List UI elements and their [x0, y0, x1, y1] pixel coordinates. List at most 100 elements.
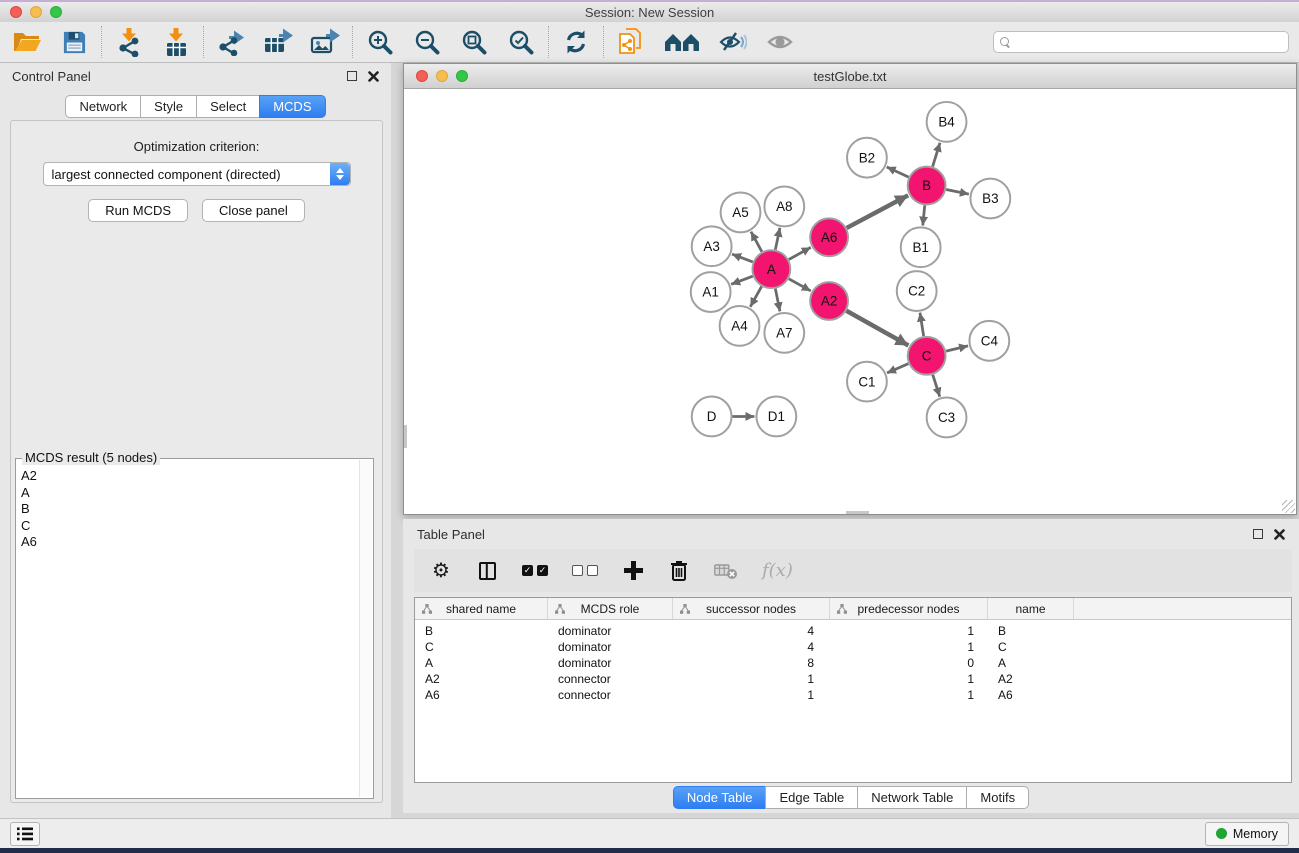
graph-edge-A-A1[interactable] [731, 276, 753, 284]
graph-node-label-C3: C3 [938, 410, 955, 425]
graph-edge-C-C3[interactable] [933, 375, 940, 397]
add-column-button[interactable] [622, 558, 644, 584]
table-row[interactable]: Bdominator41B [415, 623, 1291, 639]
export-network-button[interactable] [216, 27, 246, 57]
search-input[interactable] [1016, 35, 1282, 49]
graph-edge-A-A2[interactable] [789, 279, 811, 291]
horizontal-scrollbar[interactable] [846, 511, 869, 514]
float-table-panel-icon[interactable] [1253, 529, 1263, 539]
graph-edge-B-B3[interactable] [946, 190, 969, 195]
open-file-button[interactable] [12, 27, 42, 57]
tab-edge-table[interactable]: Edge Table [765, 786, 858, 809]
close-panel-button[interactable]: Close panel [202, 199, 305, 222]
close-panel-icon[interactable] [368, 71, 379, 82]
memory-button[interactable]: Memory [1205, 822, 1289, 846]
graph-node-label-A7: A7 [776, 326, 792, 341]
mcds-result-item[interactable]: A [21, 485, 357, 502]
graph-node-label-C: C [922, 348, 932, 363]
tab-network[interactable]: Network [65, 95, 141, 118]
gear-icon: ⚙ [432, 561, 450, 581]
graph-edge-A-A7[interactable] [775, 289, 780, 312]
status-bar: Memory [0, 818, 1299, 848]
table-cell: dominator [548, 640, 673, 654]
graph-edge-A-A4[interactable] [750, 286, 761, 306]
table-cell: dominator [548, 624, 673, 638]
delete-column-button[interactable] [668, 558, 690, 584]
result-scrollbar[interactable] [359, 460, 372, 797]
graph-edge-A6-B[interactable] [847, 195, 908, 228]
hide-selected-button[interactable] [718, 27, 748, 57]
table-settings-button[interactable]: ⚙ [430, 558, 452, 584]
table-row[interactable]: A6connector11A6 [415, 687, 1291, 703]
table-toolbar: ⚙ ✓✓ [414, 549, 1292, 592]
zoom-in-button[interactable] [365, 27, 395, 57]
table-row[interactable]: A2connector11A2 [415, 671, 1291, 687]
tab-select[interactable]: Select [196, 95, 260, 118]
tab-motifs[interactable]: Motifs [966, 786, 1029, 809]
graph-edge-B-B4[interactable] [933, 143, 940, 167]
graph-edge-A2-C[interactable] [846, 311, 908, 346]
table-cell: 1 [673, 672, 830, 686]
enable-all-columns-button[interactable]: ✓✓ [522, 558, 548, 584]
mcds-result-item[interactable]: A6 [21, 534, 357, 551]
mcds-result-item[interactable]: C [21, 518, 357, 535]
mcds-result-item[interactable]: A2 [21, 468, 357, 485]
graph-node-label-B: B [922, 178, 931, 193]
graph-edge-C-C4[interactable] [946, 346, 968, 351]
save-session-button[interactable] [59, 27, 89, 57]
function-builder-button[interactable]: f(x) [762, 558, 793, 584]
graph-edge-B-B1[interactable] [923, 205, 925, 225]
toolbar-search-field[interactable] [993, 31, 1289, 53]
column-header-mcds-role[interactable]: MCDS role [548, 598, 673, 619]
refresh-view-button[interactable] [561, 27, 591, 57]
eye-icon [766, 31, 794, 53]
graph-edge-A-A6[interactable] [789, 247, 811, 259]
resize-grip[interactable] [1282, 500, 1295, 513]
zoom-out-button[interactable] [412, 27, 442, 57]
vertical-scrollbar[interactable] [404, 425, 407, 448]
first-neighbors-button[interactable] [663, 27, 701, 57]
optimization-select[interactable]: largest connected component (directed) [43, 162, 351, 186]
graph-edge-C-C1[interactable] [887, 364, 908, 373]
delete-table-button[interactable] [714, 558, 738, 584]
graph-edge-C-C2[interactable] [920, 313, 924, 336]
tab-style[interactable]: Style [140, 95, 197, 118]
tab-node-table[interactable]: Node Table [673, 786, 767, 809]
column-type-icon [837, 604, 847, 614]
tab-network-table[interactable]: Network Table [857, 786, 967, 809]
export-table-button[interactable] [263, 27, 293, 57]
zoom-fit-button[interactable] [459, 27, 489, 57]
zoom-selected-button[interactable] [506, 27, 536, 57]
graph-edge-A-A3[interactable] [732, 254, 753, 262]
table-row[interactable]: Adominator80A [415, 655, 1291, 671]
table-row[interactable]: Cdominator41C [415, 639, 1291, 655]
network-canvas[interactable]: B4B2BB3A5A8A6A3AB1A1C2A2A4A7CC4C1C3DD1 [404, 89, 1296, 514]
import-network-button[interactable] [114, 27, 144, 57]
import-table-button[interactable] [161, 27, 191, 57]
disable-all-columns-button[interactable] [572, 558, 598, 584]
column-header-predecessor-nodes[interactable]: predecessor nodes [830, 598, 988, 619]
graph-node-label-B1: B1 [912, 240, 928, 255]
tab-mcds[interactable]: MCDS [259, 95, 325, 118]
graph-edge-A-A8[interactable] [775, 228, 780, 250]
memory-label: Memory [1233, 827, 1278, 841]
table-cell: 1 [830, 672, 988, 686]
graph-edge-B-B2[interactable] [887, 167, 909, 177]
column-header-name[interactable]: name [988, 598, 1074, 619]
close-table-panel-icon[interactable] [1274, 529, 1285, 540]
network-window-titlebar: testGlobe.txt [404, 64, 1296, 89]
mcds-result-item[interactable]: B [21, 501, 357, 518]
table-panel: Table Panel ⚙ ✓✓ [403, 519, 1299, 813]
duplicate-network-button[interactable] [616, 27, 646, 57]
column-header-shared-name[interactable]: shared name [415, 598, 548, 619]
column-type-icon [680, 604, 690, 614]
column-header-successor-nodes[interactable]: successor nodes [673, 598, 830, 619]
export-image-button[interactable] [310, 27, 340, 57]
show-panels-button[interactable] [10, 822, 40, 846]
graph-edge-A-A5[interactable] [751, 232, 762, 252]
split-table-button[interactable] [476, 558, 498, 584]
float-panel-icon[interactable] [347, 71, 357, 81]
run-mcds-button[interactable]: Run MCDS [88, 199, 188, 222]
show-all-button[interactable] [765, 27, 795, 57]
export-table-icon [263, 28, 293, 56]
